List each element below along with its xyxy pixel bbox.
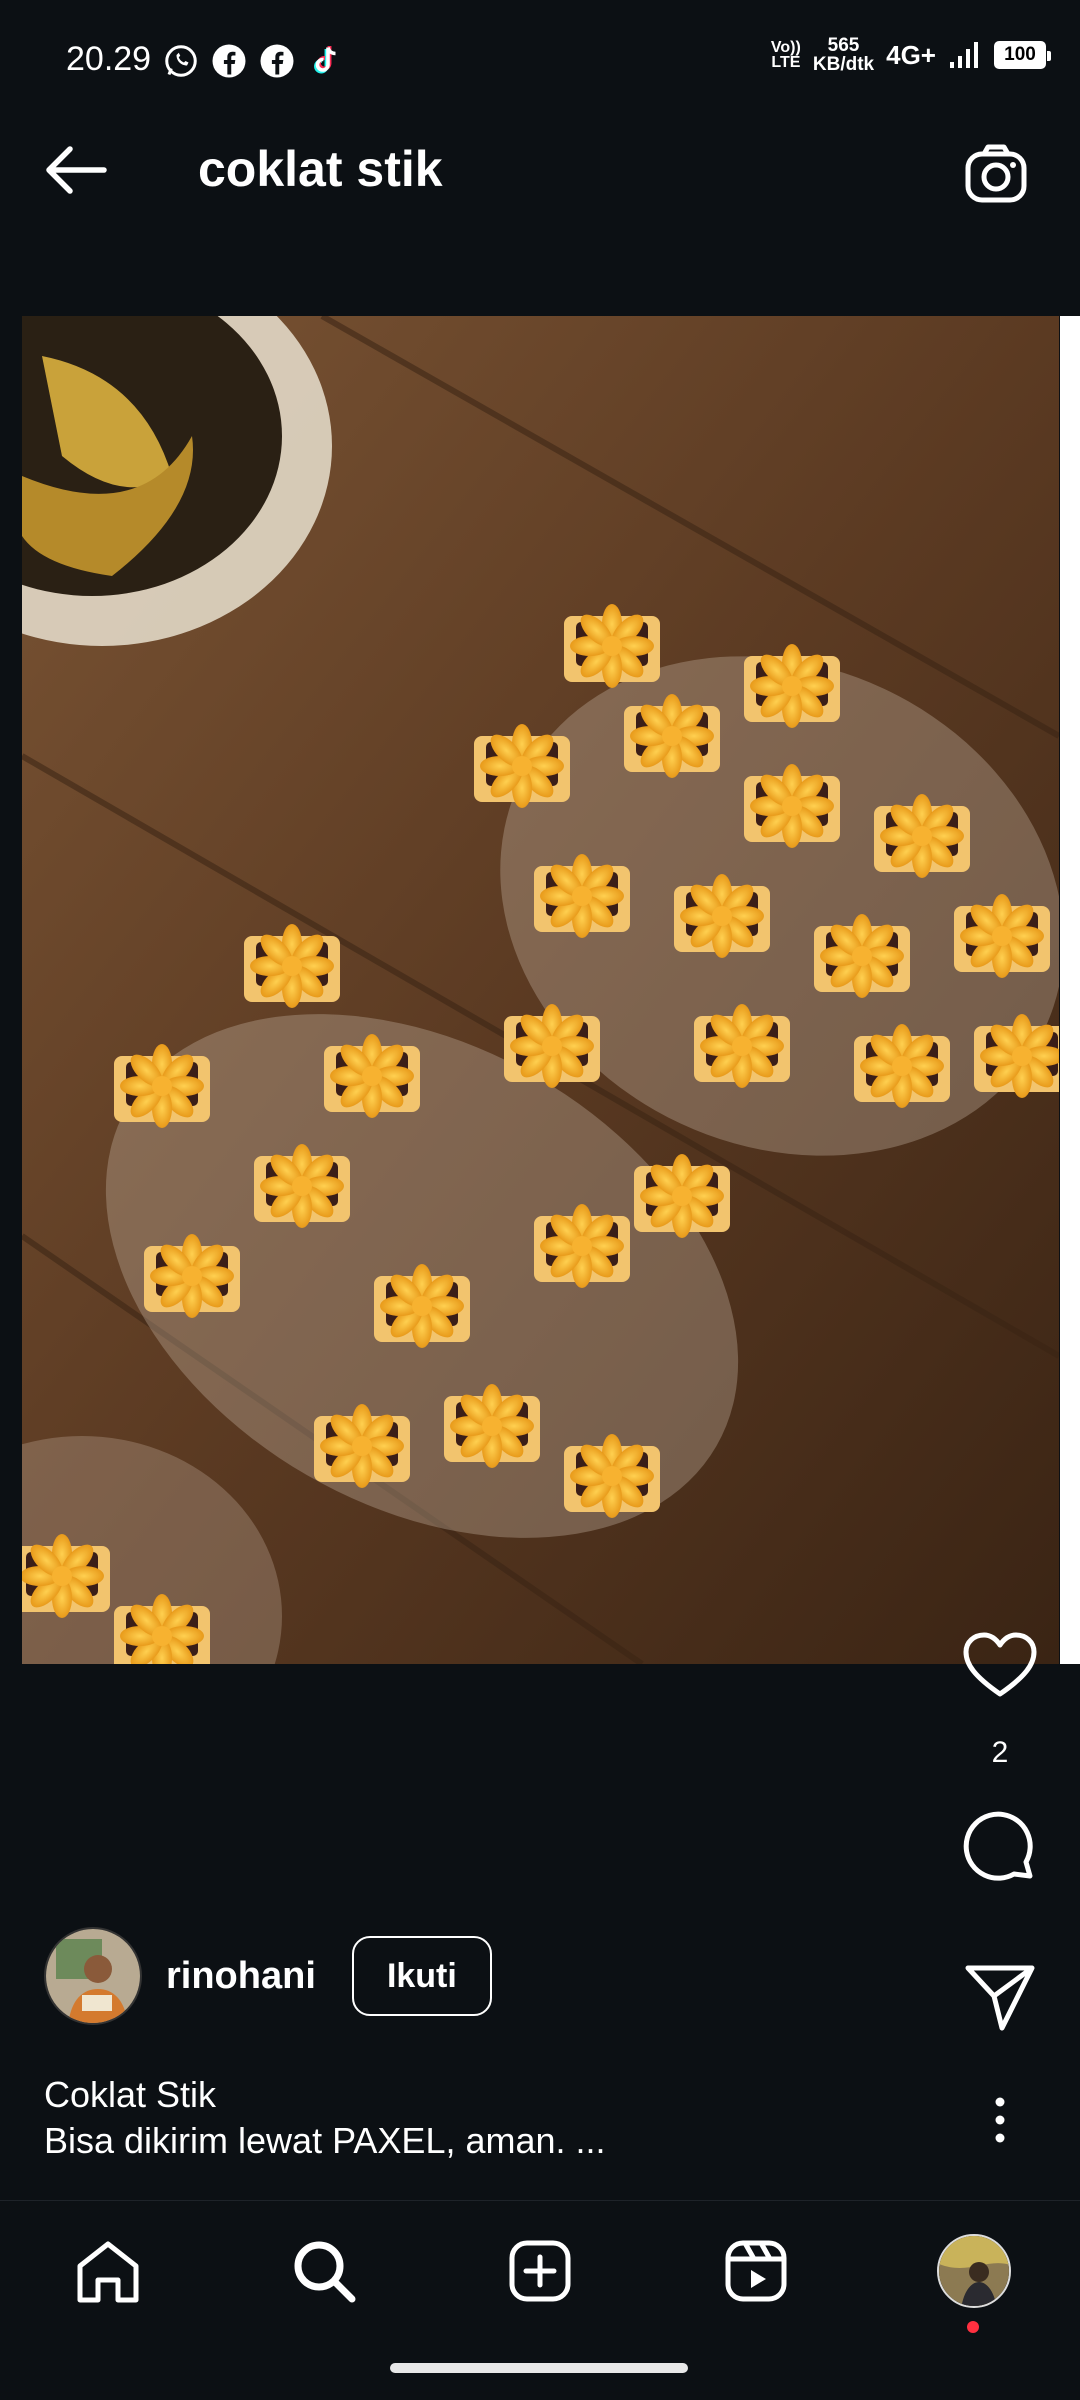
whatsapp-icon [165, 45, 197, 77]
nav-create[interactable] [500, 2231, 580, 2311]
home-indicator[interactable] [390, 2363, 688, 2373]
back-arrow-icon [46, 146, 107, 194]
heart-icon [963, 1632, 1037, 1697]
profile-avatar [937, 2234, 1011, 2308]
post-image[interactable] [22, 316, 1059, 1664]
network-type: 4G+ [886, 39, 936, 70]
more-options-button[interactable] [950, 2090, 1050, 2170]
nav-reels[interactable] [716, 2231, 796, 2311]
volte-indicator: Vo)) LTE [770, 39, 801, 71]
send-icon [965, 1965, 1035, 2031]
like-count[interactable]: 2 [950, 1736, 1050, 1770]
home-icon [77, 2241, 139, 2303]
status-app-icons [163, 43, 343, 79]
comment-icon [963, 1811, 1033, 1881]
top-bar: coklat stik [0, 96, 1080, 316]
camera-button[interactable] [962, 140, 1030, 208]
facebook-icon [212, 44, 246, 78]
page-title: coklat stik [198, 141, 443, 197]
signal-icon [950, 42, 978, 68]
author-avatar-image [46, 1929, 140, 2023]
follow-button[interactable]: Ikuti [351, 1936, 492, 2016]
search-icon [294, 2241, 356, 2303]
caption-body: Bisa dikirim lewat PAXEL, aman. ... [44, 2120, 606, 2161]
battery-indicator: 100 [994, 41, 1051, 69]
status-bar: 20.29 Vo)) LTE 565 KB/dtk 4G+ 100 [0, 0, 1080, 96]
status-time: 20.29 [66, 40, 152, 78]
net-speed: 565 KB/dtk [812, 35, 875, 75]
more-vertical-icon [995, 2097, 1005, 2143]
like-button[interactable] [950, 1630, 1050, 1710]
image-edge [1060, 316, 1080, 1664]
tiktok-icon [314, 46, 336, 74]
camera-icon [965, 144, 1027, 203]
create-icon [509, 2240, 571, 2302]
author-row: rinohani Ikuti [44, 1926, 492, 2026]
facebook-icon [260, 44, 294, 78]
author-avatar[interactable] [44, 1927, 142, 2025]
cookie-photo [22, 316, 1059, 1664]
share-button[interactable] [950, 1960, 1050, 2040]
post-caption[interactable]: Coklat Stik Bisa dikirim lewat PAXEL, am… [44, 2072, 904, 2164]
reels-icon [725, 2240, 787, 2302]
author-username[interactable]: rinohani [166, 1955, 316, 1998]
nav-search[interactable] [284, 2231, 364, 2311]
comment-button[interactable] [950, 1810, 1050, 1890]
caption-title: Coklat Stik [44, 2074, 217, 2115]
profile-avatar-image [939, 2236, 1009, 2306]
profile-notification-dot [967, 2321, 979, 2333]
nav-profile[interactable] [934, 2231, 1014, 2311]
status-indicators: Vo)) LTE 565 KB/dtk 4G+ 100 [770, 35, 1051, 75]
back-button[interactable] [40, 140, 112, 200]
nav-home[interactable] [68, 2231, 148, 2311]
